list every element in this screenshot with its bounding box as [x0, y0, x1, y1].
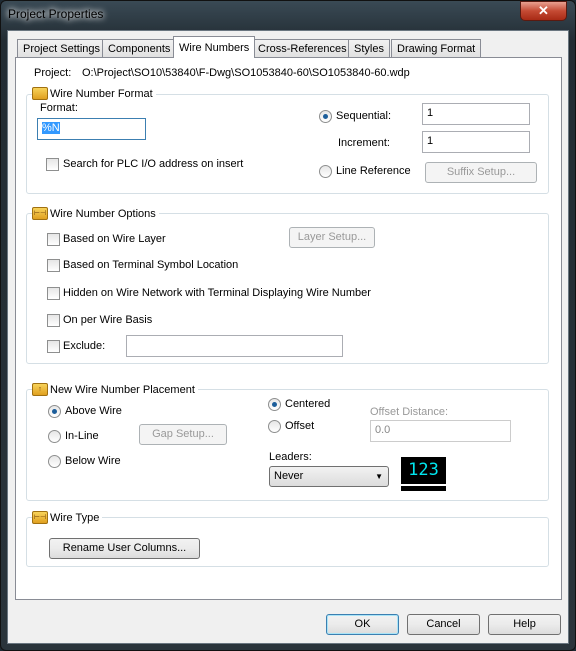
line-reference-radio[interactable] [319, 165, 332, 178]
window-title: Project Properties [8, 7, 104, 21]
leaders-label: Leaders: [269, 451, 312, 463]
wire-number-options-legend: ⊢⊣ Wire Number Options [32, 207, 159, 220]
wire-number-preview: 123 [401, 457, 446, 484]
offset-distance-label: Offset Distance: [370, 406, 449, 418]
hidden-network-label: Hidden on Wire Network with Terminal Dis… [63, 287, 371, 299]
hidden-network-checkbox[interactable] [47, 287, 60, 300]
wire-type-legend: ⊢⊣ Wire Type [32, 511, 103, 524]
exclude-label: Exclude: [63, 340, 106, 352]
line-reference-label: Line Reference [336, 165, 411, 177]
sequential-radio[interactable] [319, 110, 332, 123]
tab-components[interactable]: Components [102, 39, 177, 58]
group-title: Wire Number Format [50, 87, 153, 100]
preview-wire-line [401, 486, 446, 491]
wire-icon: ⊢⊣ [32, 511, 48, 524]
wire-layer-checkbox[interactable] [47, 233, 60, 246]
inline-label: In-Line [65, 430, 99, 442]
increment-label: Increment: [338, 137, 390, 149]
format-input[interactable]: %N [37, 118, 146, 140]
ok-button[interactable]: OK [326, 614, 399, 635]
terminal-location-label: Based on Terminal Symbol Location [63, 259, 239, 271]
tab-styles[interactable]: Styles [348, 39, 390, 58]
rename-user-columns-button[interactable]: Rename User Columns... [49, 538, 200, 559]
terminal-location-checkbox[interactable] [47, 259, 60, 272]
format-value: %N [42, 122, 60, 134]
chevron-down-icon: ▼ [375, 472, 383, 481]
folder-icon [32, 87, 48, 100]
inline-radio[interactable] [48, 430, 61, 443]
close-icon[interactable]: ✕ [520, 1, 567, 21]
below-wire-radio[interactable] [48, 455, 61, 468]
wire-number-icon: ↑ [32, 383, 48, 396]
above-wire-radio[interactable] [48, 405, 61, 418]
cancel-button[interactable]: Cancel [407, 614, 480, 635]
centered-label: Centered [285, 398, 331, 410]
placement-legend: ↑ New Wire Number Placement [32, 383, 198, 396]
increment-input[interactable]: 1 [422, 131, 530, 153]
wire-number-format-legend: Wire Number Format [32, 87, 156, 100]
group-title: Wire Number Options [50, 207, 156, 220]
sequential-input[interactable]: 1 [422, 103, 530, 125]
offset-label: Offset [285, 420, 315, 432]
format-label: Format: [40, 102, 78, 114]
exclude-checkbox[interactable] [47, 340, 60, 353]
plc-search-checkbox[interactable] [46, 158, 59, 171]
exclude-input[interactable] [126, 335, 343, 357]
plc-search-label: Search for PLC I/O address on insert [63, 158, 244, 170]
help-button[interactable]: Help [488, 614, 561, 635]
tab-cross-references[interactable]: Cross-References [252, 39, 353, 58]
layer-setup-button[interactable]: Layer Setup... [289, 227, 375, 248]
project-label: Project: [34, 67, 72, 79]
group-title: New Wire Number Placement [50, 383, 195, 396]
tab-drawing-format[interactable]: Drawing Format [391, 39, 482, 58]
leaders-dropdown[interactable]: Never ▼ [269, 466, 389, 487]
offset-radio[interactable] [268, 420, 281, 433]
wire-layer-label: Based on Wire Layer [63, 233, 166, 245]
above-wire-label: Above Wire [65, 405, 122, 417]
per-wire-label: On per Wire Basis [63, 314, 153, 326]
leaders-value: Never [274, 470, 304, 482]
gap-setup-button[interactable]: Gap Setup... [139, 424, 227, 445]
project-path: O:\Project\SO10\53840\F-Dwg\SO1053840-60… [82, 67, 410, 79]
centered-radio[interactable] [268, 398, 281, 411]
tab-project-settings[interactable]: Project Settings [17, 39, 107, 58]
sequential-label: Sequential: [336, 110, 392, 122]
below-wire-label: Below Wire [65, 455, 121, 467]
offset-distance-input[interactable]: 0.0 [370, 420, 511, 442]
wire-icon: ⊢⊣ [32, 207, 48, 220]
group-title: Wire Type [50, 511, 100, 524]
suffix-setup-button[interactable]: Suffix Setup... [425, 162, 537, 183]
tab-wire-numbers[interactable]: Wire Numbers [173, 36, 256, 58]
per-wire-checkbox[interactable] [47, 314, 60, 327]
